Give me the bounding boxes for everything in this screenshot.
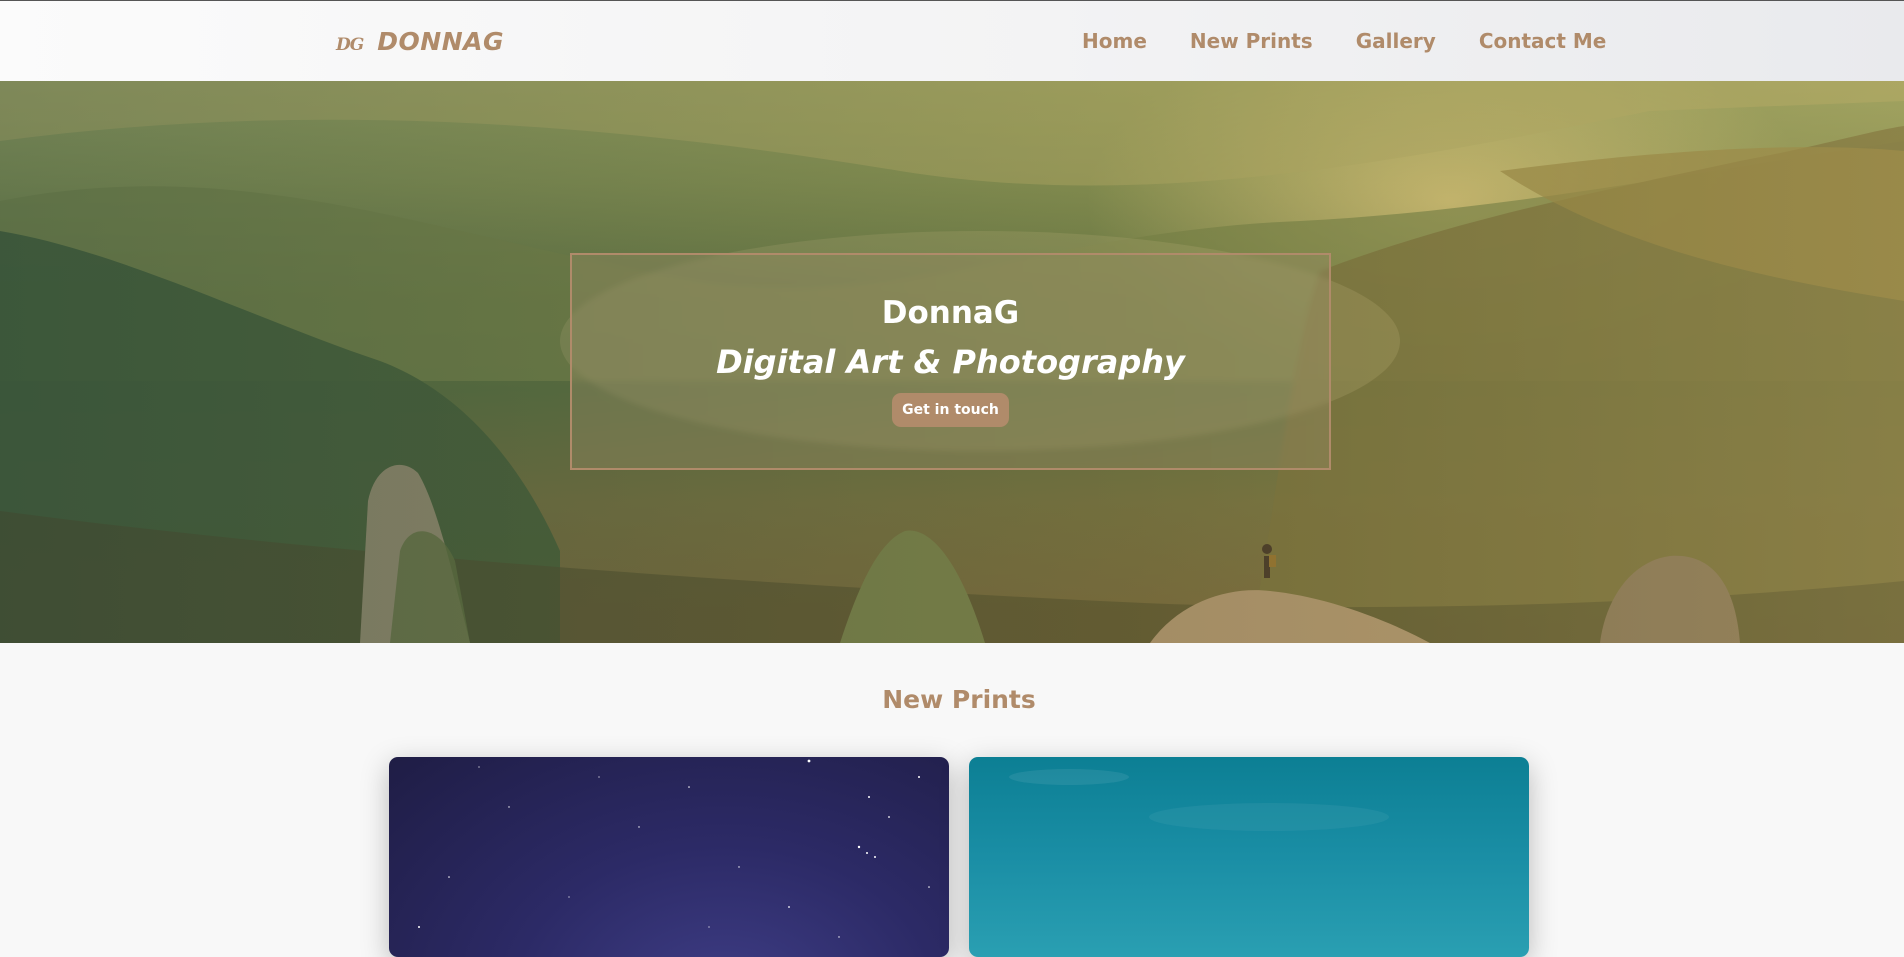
- print-card-sky[interactable]: [969, 757, 1529, 957]
- sky-image: [1009, 769, 1389, 831]
- hero-subtitle: Digital Art & Photography: [716, 343, 1185, 381]
- site-header: DG DONNAG Home New Prints Gallery Contac…: [0, 0, 1904, 81]
- nav-contact-link[interactable]: Contact Me: [1479, 29, 1607, 53]
- site-logo[interactable]: DG DONNAG: [336, 27, 504, 56]
- hero-card: DonnaG Digital Art & Photography Get in …: [570, 253, 1331, 470]
- get-in-touch-button[interactable]: Get in touch: [892, 393, 1009, 427]
- nav-gallery-link[interactable]: Gallery: [1356, 29, 1436, 53]
- hero-title: DonnaG: [881, 295, 1020, 331]
- logo-mark: DG: [336, 35, 364, 55]
- new-prints-heading: New Prints: [882, 685, 1036, 714]
- logo-text: DONNAG: [377, 27, 504, 56]
- print-card-night-sky[interactable]: [389, 757, 949, 957]
- nav-new-prints-link[interactable]: New Prints: [1190, 29, 1313, 53]
- nav-home-link[interactable]: Home: [1082, 29, 1147, 53]
- main-nav: Home New Prints Gallery Contact Me: [1082, 29, 1606, 53]
- hero-banner: DonnaG Digital Art & Photography Get in …: [0, 81, 1904, 643]
- night-sky-image: [418, 759, 930, 938]
